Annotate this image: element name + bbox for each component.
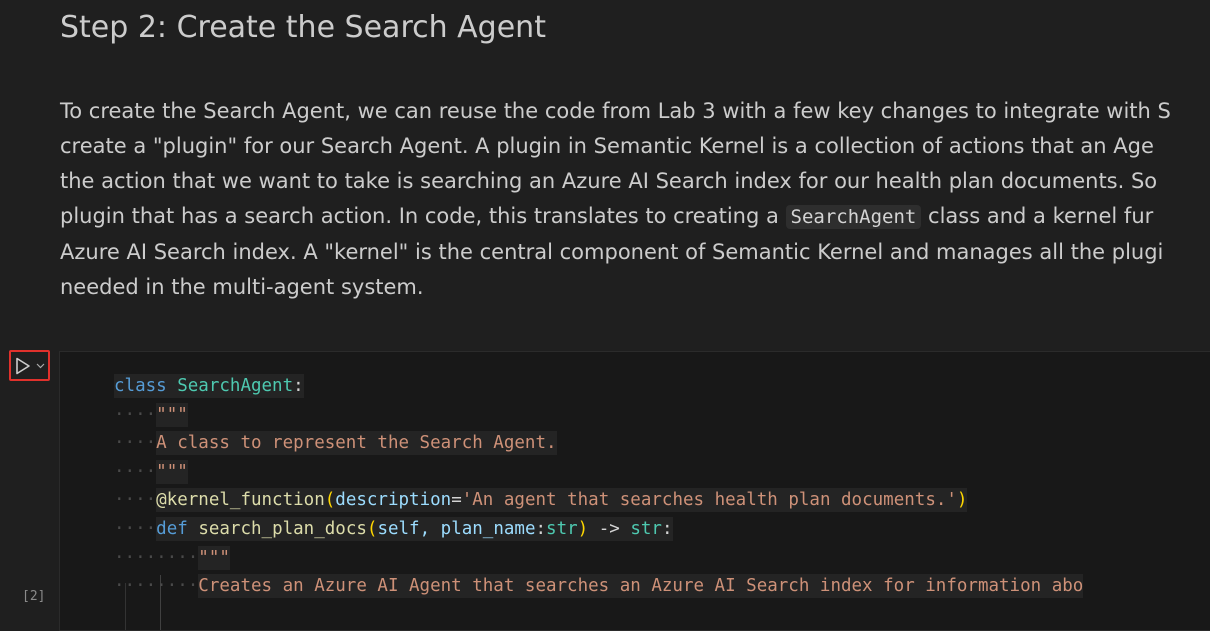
code-line: ····A class to represent the Search Agen…: [114, 431, 557, 456]
para-line-6: needed in the multi-agent system.: [60, 275, 424, 299]
para-line-2: create a "plugin" for our Search Agent. …: [60, 134, 1154, 158]
para-line-5: Azure AI Search index. A "kernel" is the…: [60, 240, 1164, 264]
play-icon: [16, 357, 30, 374]
code-line: ····@kernel_function(description='An age…: [114, 488, 968, 513]
code-line: ····def search_plan_docs(self, plan_name…: [114, 516, 673, 541]
cell-gutter: [0, 342, 55, 620]
code-line: class SearchAgent:: [114, 374, 304, 398]
run-cell-button[interactable]: [9, 350, 50, 381]
code-line: ········Creates an Azure AI Agent that s…: [114, 574, 1084, 599]
markdown-cell: Step 2: Create the Search Agent To creat…: [0, 0, 1210, 320]
execution-count: [2]: [22, 589, 46, 604]
inline-code-searchagent: SearchAgent: [785, 205, 922, 229]
para-line-1: To create the Search Agent, we can reuse…: [60, 99, 1171, 123]
page-title: Step 2: Create the Search Agent: [60, 10, 546, 45]
code-editor[interactable]: class SearchAgent: ····""" ····A class t…: [59, 351, 1210, 631]
code-line: ····""": [114, 402, 188, 427]
code-line: ········""": [114, 545, 230, 570]
para-line-3: the action that we want to take is searc…: [60, 169, 1158, 193]
code-lines: class SearchAgent: ····""" ····A class t…: [114, 372, 1084, 601]
para-line-4b: class and a kernel fur: [921, 204, 1154, 228]
para-line-4a: plugin that has a search action. In code…: [60, 204, 786, 228]
chevron-down-icon[interactable]: [36, 363, 45, 369]
code-line: ····""": [114, 459, 188, 484]
markdown-paragraph: To create the Search Agent, we can reuse…: [60, 94, 1171, 305]
